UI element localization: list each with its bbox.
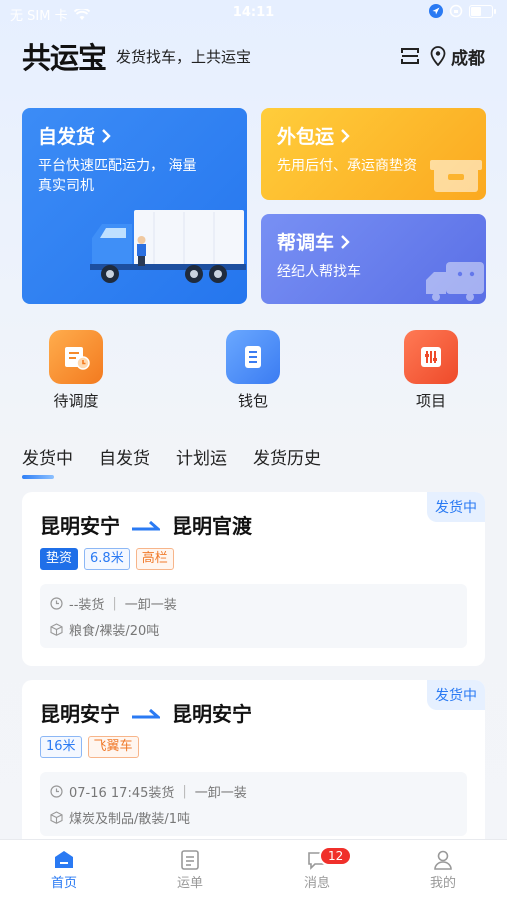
order-details: 07-16 17:45装货 | 一卸一装 煤炭及制品/散装/1吨 — [40, 772, 467, 836]
bottom-nav: 首页 运单 12 消息 我的 — [0, 839, 507, 900]
route-destination: 昆明安宁 — [172, 702, 252, 726]
user-icon — [434, 850, 452, 870]
clock-icon — [50, 597, 63, 610]
tag-advance-pay: 垫资 — [40, 548, 79, 570]
route-arrow-icon — [132, 708, 160, 718]
app-header: 共运宝 发货找车，上共运宝 成都 — [22, 38, 485, 75]
nav-home[interactable]: 首页 — [24, 848, 104, 891]
order-status-badge: 发货中 — [427, 492, 485, 522]
dispatch-help-desc: 经纪人帮找车 — [277, 264, 361, 280]
wallet-icon — [226, 330, 280, 384]
wallet-button[interactable]: 钱包 — [203, 330, 303, 411]
outsource-card[interactable]: 外包运 先用后付、承运商垫资 — [261, 108, 486, 200]
order-tags: 垫资 6.8米 高栏 — [40, 548, 174, 570]
order-route: 昆明安宁 昆明安宁 — [40, 698, 252, 727]
outsource-desc: 先用后付、承运商垫资 — [277, 158, 417, 174]
chevron-right-icon — [341, 128, 350, 143]
order-tags: 16米 飞翼车 — [40, 736, 139, 758]
shipment-tabs: 发货中 自发货 计划运 发货历史 — [22, 444, 321, 479]
battery-icon — [469, 4, 496, 18]
status-bar: 无 SIM 卡 14:11 — [0, 0, 507, 26]
scan-icon[interactable] — [400, 47, 420, 65]
project-button[interactable]: 项目 — [381, 330, 481, 411]
tab-shipping[interactable]: 发货中 — [22, 444, 73, 479]
nav-profile[interactable]: 我的 — [403, 848, 483, 891]
pending-dispatch-label: 待调度 — [53, 392, 99, 410]
chevron-right-icon — [102, 128, 111, 143]
app-slogan: 发货找车，上共运宝 — [116, 47, 252, 66]
order-card[interactable]: 发货中 昆明安宁 昆明安宁 16米 飞翼车 07-16 17:45装货 | 一卸… — [22, 680, 485, 850]
order-card[interactable]: 发货中 昆明安宁 昆明官渡 垫资 6.8米 高栏 --装货 | 一卸一装 粮食/… — [22, 492, 485, 666]
cargo-info: 煤炭及制品/散装/1吨 — [69, 812, 191, 827]
pending-dispatch-button[interactable]: 待调度 — [26, 330, 126, 411]
package-box-icon — [430, 160, 482, 192]
clock-icon — [50, 785, 63, 798]
dispatch-help-title: 帮调车 — [277, 228, 350, 255]
location-arrow-icon — [429, 4, 443, 18]
project-icon — [404, 330, 458, 384]
tag-truck-type: 飞翼车 — [87, 736, 139, 758]
message-count-badge: 12 — [319, 846, 353, 866]
city-selector[interactable]: 成都 — [430, 44, 485, 69]
nav-messages[interactable]: 12 消息 — [277, 846, 357, 891]
home-icon — [55, 851, 73, 868]
load-mode: 一卸一装 — [194, 786, 247, 801]
city-label: 成都 — [451, 48, 485, 69]
quick-actions: 待调度 钱包 项目 — [0, 330, 507, 414]
tab-self-ship[interactable]: 自发货 — [99, 444, 150, 479]
pending-dispatch-icon — [49, 330, 103, 384]
nav-profile-label: 我的 — [429, 876, 456, 891]
tag-truck-type: 高栏 — [135, 548, 174, 570]
route-origin: 昆明安宁 — [40, 702, 120, 726]
tab-planned[interactable]: 计划运 — [176, 444, 227, 479]
loading-time: --装货 — [69, 598, 105, 613]
nav-messages-label: 消息 — [303, 876, 330, 891]
project-label: 项目 — [415, 392, 446, 410]
location-pin-icon — [430, 46, 446, 66]
truck-face-icon — [426, 262, 484, 301]
cargo-info: 粮食/裸装/20吨 — [69, 624, 160, 639]
self-ship-card[interactable]: 自发货 平台快速匹配运力， 海量 真实司机 — [22, 108, 247, 304]
load-mode: 一卸一装 — [124, 598, 177, 613]
route-destination: 昆明官渡 — [172, 514, 252, 538]
cargo-box-icon — [50, 811, 63, 824]
nav-waybill[interactable]: 运单 — [150, 848, 230, 891]
dispatch-help-card[interactable]: 帮调车 经纪人帮找车 — [261, 214, 486, 304]
order-route: 昆明安宁 昆明官渡 — [40, 510, 252, 539]
tag-truck-length: 16米 — [40, 736, 82, 758]
nav-home-label: 首页 — [50, 876, 77, 891]
route-arrow-icon — [132, 520, 160, 530]
order-details: --装货 | 一卸一装 粮食/裸装/20吨 — [40, 584, 467, 648]
truck-illustration — [90, 210, 246, 283]
order-status-badge: 发货中 — [427, 680, 485, 710]
self-ship-desc: 平台快速匹配运力， 海量 真实司机 — [38, 158, 197, 194]
nav-waybill-label: 运单 — [176, 876, 203, 891]
waybill-icon — [181, 850, 199, 870]
outsource-title: 外包运 — [277, 122, 350, 149]
chevron-right-icon — [341, 234, 350, 249]
cargo-box-icon — [50, 623, 63, 636]
lock-rotation-icon — [449, 4, 463, 18]
app-logo: 共运宝 — [22, 41, 107, 75]
wallet-label: 钱包 — [237, 392, 268, 410]
self-ship-title: 自发货 — [38, 122, 111, 149]
tag-truck-length: 6.8米 — [84, 548, 130, 570]
route-origin: 昆明安宁 — [40, 514, 120, 538]
loading-time: 07-16 17:45装货 — [69, 786, 175, 801]
tab-history[interactable]: 发货历史 — [253, 444, 321, 479]
